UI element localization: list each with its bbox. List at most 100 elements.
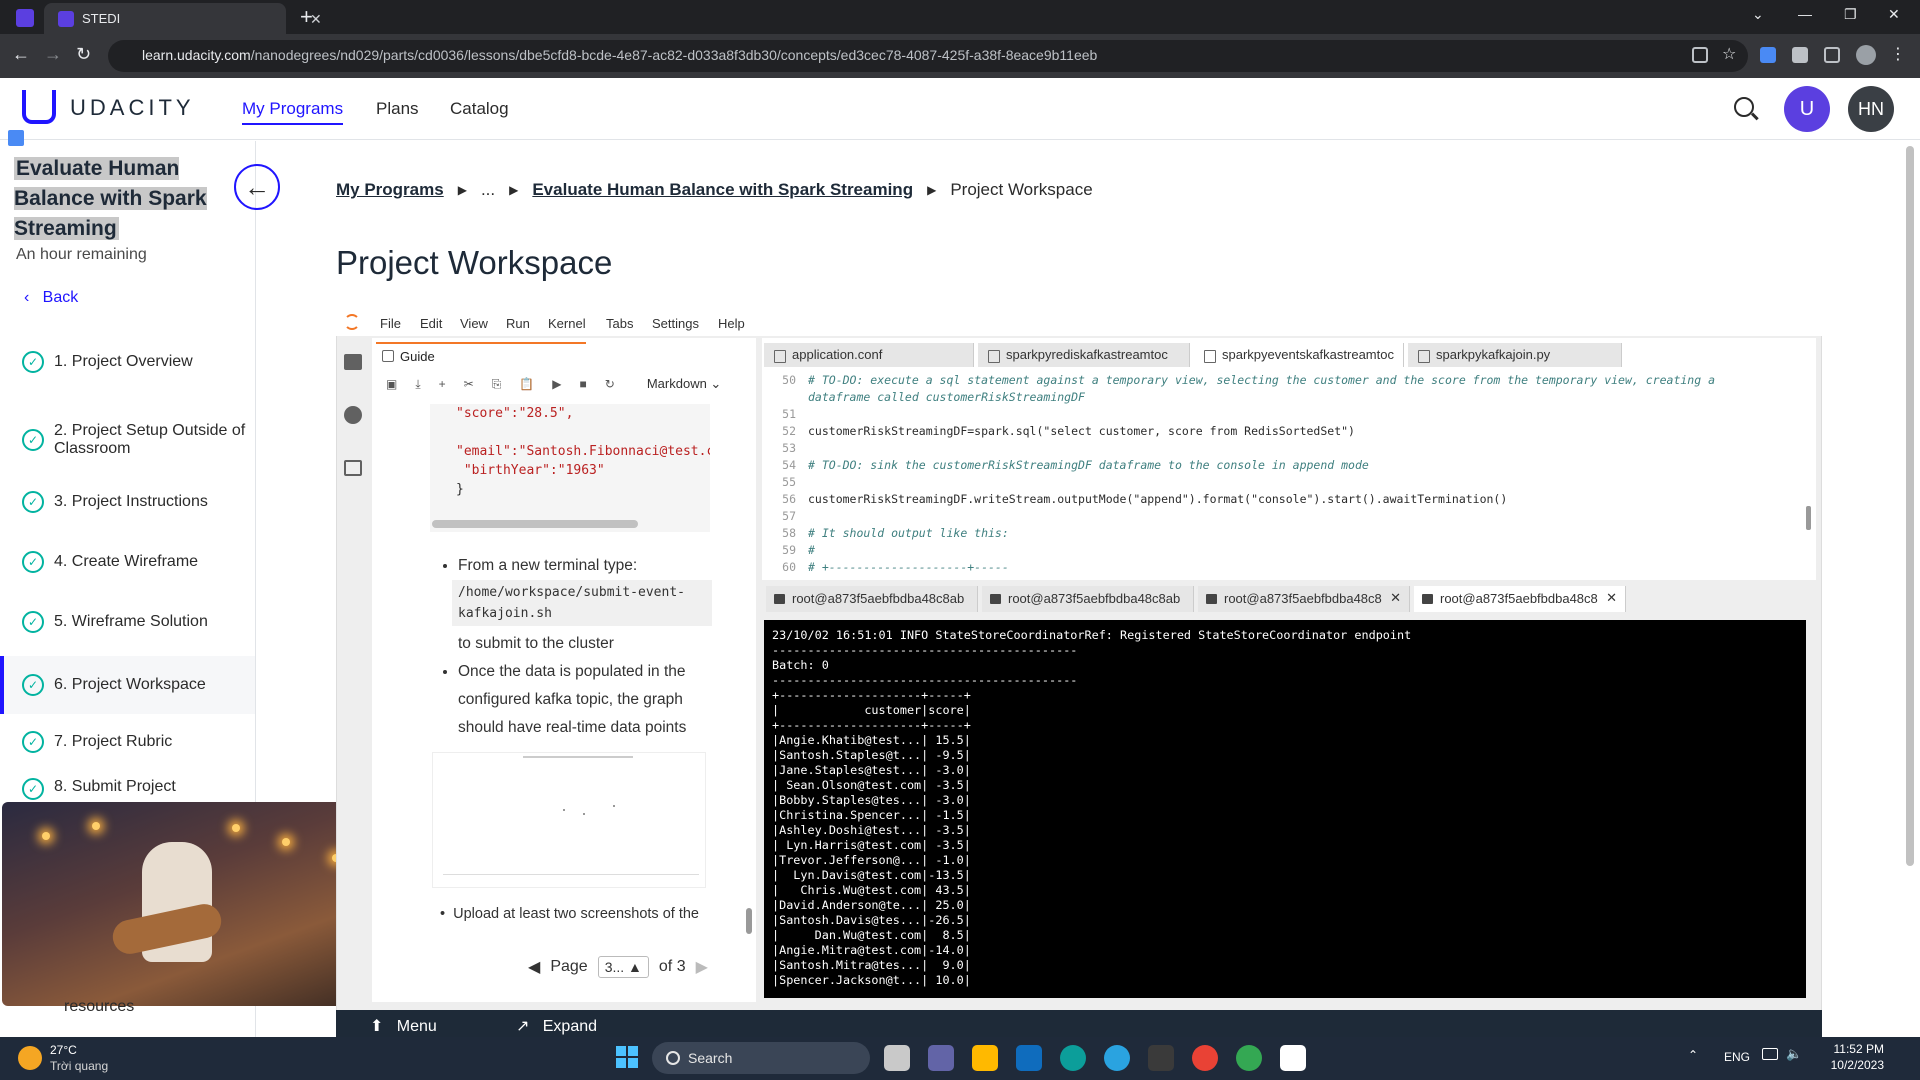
task-view-icon[interactable]: [884, 1045, 910, 1071]
side-panel-icon[interactable]: [1824, 47, 1840, 63]
insert-cell-icon[interactable]: +: [439, 377, 446, 391]
weather-description[interactable]: Trời quang: [50, 1059, 108, 1073]
minimize-icon[interactable]: —: [1798, 6, 1812, 22]
lesson-item-project-rubric[interactable]: ✓ 7. Project Rubric: [0, 716, 255, 768]
editor-tab-application-conf[interactable]: application.conf: [764, 343, 974, 367]
user-avatar[interactable]: HN: [1848, 86, 1894, 132]
translate-extension-icon[interactable]: [1760, 47, 1776, 63]
restore-icon[interactable]: ❐: [1844, 6, 1857, 23]
editor-scrollbar[interactable]: [1806, 506, 1811, 530]
taskbar-search[interactable]: Search: [652, 1042, 870, 1074]
lesson-item-submit-project[interactable]: ✓ 8. Submit Project: [0, 778, 255, 804]
notion-icon[interactable]: [1280, 1045, 1306, 1071]
address-bar[interactable]: learn.udacity.com/nanodegrees/nd029/part…: [108, 40, 1748, 72]
lesson-item-project-setup[interactable]: ✓ 2. Project Setup Outside of Classroom: [0, 408, 255, 472]
system-tray-chevron-icon[interactable]: ⌃: [1688, 1048, 1698, 1062]
tabs-panel-icon[interactable]: [344, 460, 362, 476]
clock-date[interactable]: 10/2/2023: [1822, 1058, 1884, 1072]
cell-type-select[interactable]: Markdown ⌄: [647, 376, 721, 392]
copy-icon[interactable]: ⎘: [492, 377, 502, 392]
menu-tabs[interactable]: Tabs: [606, 316, 633, 331]
nav-my-programs[interactable]: My Programs: [242, 99, 344, 125]
guide-tab[interactable]: Guide: [376, 342, 586, 368]
code-area[interactable]: 50 # TO-DO: execute a sql statement again…: [762, 372, 1808, 580]
page-scrollbar[interactable]: [1906, 146, 1914, 866]
back-arrow-icon[interactable]: ←: [12, 44, 30, 65]
menu-file[interactable]: File: [380, 316, 401, 331]
breadcrumb-course[interactable]: Evaluate Human Balance with Spark Stream…: [532, 180, 913, 200]
breadcrumb-ellipsis[interactable]: ...: [481, 180, 495, 200]
horizontal-scrollbar[interactable]: [432, 520, 638, 528]
mail-icon[interactable]: [1016, 1045, 1042, 1071]
search-icon[interactable]: [1734, 97, 1754, 117]
translate-icon[interactable]: [8, 130, 24, 146]
extensions-puzzle-icon[interactable]: [1792, 47, 1808, 63]
resources-link[interactable]: resources: [64, 998, 134, 1016]
lesson-item-create-wireframe[interactable]: ✓ 4. Create Wireframe: [0, 536, 255, 588]
lesson-item-wireframe-solution[interactable]: ✓ 5. Wireframe Solution: [0, 596, 255, 648]
close-tab-icon[interactable]: ✕: [1606, 590, 1617, 606]
udacity-logo-icon[interactable]: [22, 90, 56, 124]
chrome-icon[interactable]: [1192, 1045, 1218, 1071]
chrome-profile-icon[interactable]: [1236, 1045, 1262, 1071]
terminal-tab-4[interactable]: root@a873f5aebfbdba48c8 ✕: [1414, 586, 1626, 612]
run-icon[interactable]: ▶: [552, 377, 561, 391]
teams-icon[interactable]: [928, 1045, 954, 1071]
store-icon[interactable]: [1148, 1045, 1174, 1071]
breadcrumb-my-programs[interactable]: My Programs: [336, 180, 444, 200]
display-icon[interactable]: [1762, 1048, 1778, 1060]
editor-tab-redis-stream[interactable]: sparkpyrediskafkastreamtoc: [978, 343, 1190, 367]
browser-menu-icon[interactable]: ⋮: [1890, 44, 1906, 64]
footer-menu-button[interactable]: ⬆ Menu: [370, 1016, 437, 1036]
udacity-app-icon[interactable]: U: [1784, 86, 1830, 132]
terminal-tab-2[interactable]: root@a873f5aebfbdba48c8ab: [982, 586, 1194, 612]
udacity-logo-text[interactable]: UDACITY: [70, 95, 195, 121]
volume-icon[interactable]: 🔈: [1786, 1046, 1802, 1062]
collapse-sidebar-button[interactable]: ←: [234, 164, 280, 210]
menu-kernel[interactable]: Kernel: [548, 316, 586, 331]
cut-icon[interactable]: ✂: [464, 377, 474, 391]
clock-time[interactable]: 11:52 PM: [1826, 1042, 1884, 1056]
bookmark-star-icon[interactable]: ☆: [1722, 44, 1736, 64]
guide-vertical-scrollbar[interactable]: [746, 908, 752, 934]
terminal-tab-1[interactable]: root@a873f5aebfbdba48c8ab: [766, 586, 978, 612]
previous-page-icon[interactable]: ◀: [528, 957, 540, 977]
browser-tab[interactable]: STEDI ✕: [44, 3, 322, 34]
menu-settings[interactable]: Settings: [652, 316, 699, 331]
page-number-select[interactable]: 3... ▲: [597, 956, 649, 978]
close-tab-icon[interactable]: ✕: [1390, 590, 1401, 606]
weather-temperature[interactable]: 27°C: [50, 1043, 77, 1057]
download-icon[interactable]: ⤓: [415, 377, 420, 392]
paste-icon[interactable]: 📋: [519, 377, 534, 391]
new-tab-icon[interactable]: +: [300, 4, 313, 30]
stop-icon[interactable]: ■: [580, 377, 587, 391]
menu-run[interactable]: Run: [506, 316, 530, 331]
editor-tab-kafkajoin[interactable]: sparkpykafkajoin.py: [1408, 343, 1622, 367]
menu-help[interactable]: Help: [718, 316, 745, 331]
profile-avatar-icon[interactable]: [1856, 45, 1876, 65]
edge-icon[interactable]: [1060, 1045, 1086, 1071]
window-close-icon[interactable]: ✕: [1888, 6, 1900, 23]
share-icon[interactable]: [1692, 47, 1708, 63]
lesson-item-project-workspace[interactable]: ✓ 6. Project Workspace: [0, 656, 255, 714]
reload-icon[interactable]: ↻: [76, 44, 91, 65]
file-browser-folder-icon[interactable]: [344, 354, 362, 370]
save-icon[interactable]: ▣: [386, 377, 397, 391]
telegram-icon[interactable]: [1104, 1045, 1130, 1071]
menu-view[interactable]: View: [460, 316, 488, 331]
nav-plans[interactable]: Plans: [376, 99, 419, 119]
windows-start-icon[interactable]: [616, 1046, 638, 1068]
editor-tab-events-stream[interactable]: sparkpyeventskafkastreamtoc: [1194, 343, 1404, 367]
lesson-item-project-overview[interactable]: ✓ 1. Project Overview: [0, 336, 255, 388]
picture-in-picture-video[interactable]: [2, 802, 368, 1006]
terminal-tab-3[interactable]: root@a873f5aebfbdba48c8 ✕: [1198, 586, 1410, 612]
forward-arrow-icon[interactable]: →: [44, 44, 62, 65]
nav-catalog[interactable]: Catalog: [450, 99, 509, 119]
file-explorer-icon[interactable]: [972, 1045, 998, 1071]
restart-icon[interactable]: ↻: [605, 377, 615, 391]
pinned-tab-icon[interactable]: [16, 9, 34, 27]
next-page-icon[interactable]: ▶: [696, 957, 708, 977]
tab-search-icon[interactable]: ⌄: [1752, 6, 1764, 23]
input-language[interactable]: ENG: [1724, 1050, 1750, 1064]
terminal-output[interactable]: 23/10/02 16:51:01 INFO StateStoreCoordin…: [764, 620, 1806, 998]
